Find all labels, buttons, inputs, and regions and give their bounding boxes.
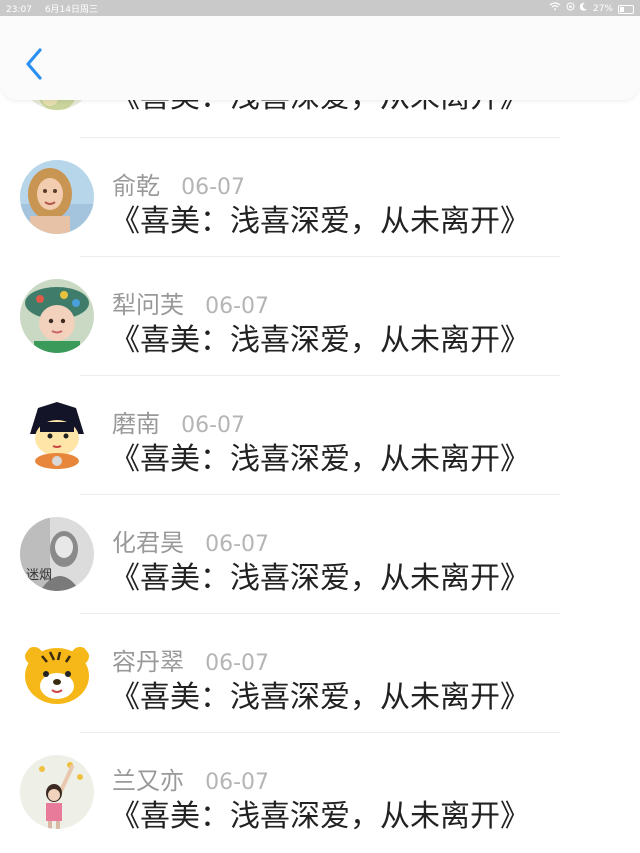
status-right: 27%	[549, 2, 634, 15]
status-time: 23:07	[6, 5, 32, 15]
list-item[interactable]: 迷烟 化君昊 06-07 《喜美：浅喜深爱，从未离开》	[0, 481, 640, 599]
comment-text: 《喜美：浅喜深爱，从未离开》	[110, 323, 530, 358]
avatar[interactable]	[20, 755, 94, 829]
chevron-left-icon	[26, 48, 42, 80]
rotation-lock-icon	[566, 2, 575, 15]
back-button[interactable]	[18, 46, 50, 82]
avatar-caption: 迷烟	[26, 568, 52, 583]
child-in-hat-avatar	[20, 279, 94, 353]
status-bar: 23:07 6月14日周三 27%	[0, 0, 640, 16]
bw-photo-avatar: 迷烟	[20, 517, 94, 591]
comment-text: 《喜美：浅喜深爱，从未离开》	[110, 799, 530, 834]
list-item[interactable]: 磨南 06-07 《喜美：浅喜深爱，从未离开》	[0, 362, 640, 480]
avatar[interactable]	[20, 160, 94, 234]
avatar[interactable]	[20, 636, 94, 710]
avatar[interactable]	[20, 279, 94, 353]
moon-icon	[579, 2, 588, 15]
list-item[interactable]: 容丹翠 06-07 《喜美：浅喜深爱，从未离开》	[0, 600, 640, 718]
comment-text: 《喜美：浅喜深爱，从未离开》	[110, 204, 530, 239]
tiger-cartoon-avatar	[20, 636, 94, 710]
avatar[interactable]: 迷烟	[20, 517, 94, 591]
little-girl-photo-avatar	[20, 755, 94, 829]
battery-icon	[618, 4, 634, 14]
battery-percent: 27%	[592, 3, 613, 14]
status-left: 23:07 6月14日周三	[6, 2, 98, 15]
list-item[interactable]: 兰又亦 06-07 《喜美：浅喜深爱，从未离开》	[0, 719, 640, 837]
comment-text: 《喜美：浅喜深爱，从未离开》	[110, 561, 530, 596]
list-item[interactable]: 犁问芙 06-07 《喜美：浅喜深爱，从未离开》	[0, 243, 640, 361]
comment-list[interactable]: 《喜美：浅喜深爱，从未离开》 俞乾 06-07 《喜美：浅喜深爱，从未离开》	[0, 84, 640, 853]
comment-text: 《喜美：浅喜深爱，从未离开》	[110, 680, 530, 715]
nav-header	[0, 16, 640, 100]
anime-ninja-avatar	[20, 398, 94, 472]
comment-text: 《喜美：浅喜深爱，从未离开》	[110, 442, 530, 477]
avatar[interactable]	[20, 398, 94, 472]
list-item[interactable]: 俞乾 06-07 《喜美：浅喜深爱，从未离开》	[0, 124, 640, 242]
status-date: 6月14日周三	[44, 5, 98, 15]
blonde-girl-avatar	[20, 160, 94, 234]
wifi-icon	[549, 2, 561, 15]
